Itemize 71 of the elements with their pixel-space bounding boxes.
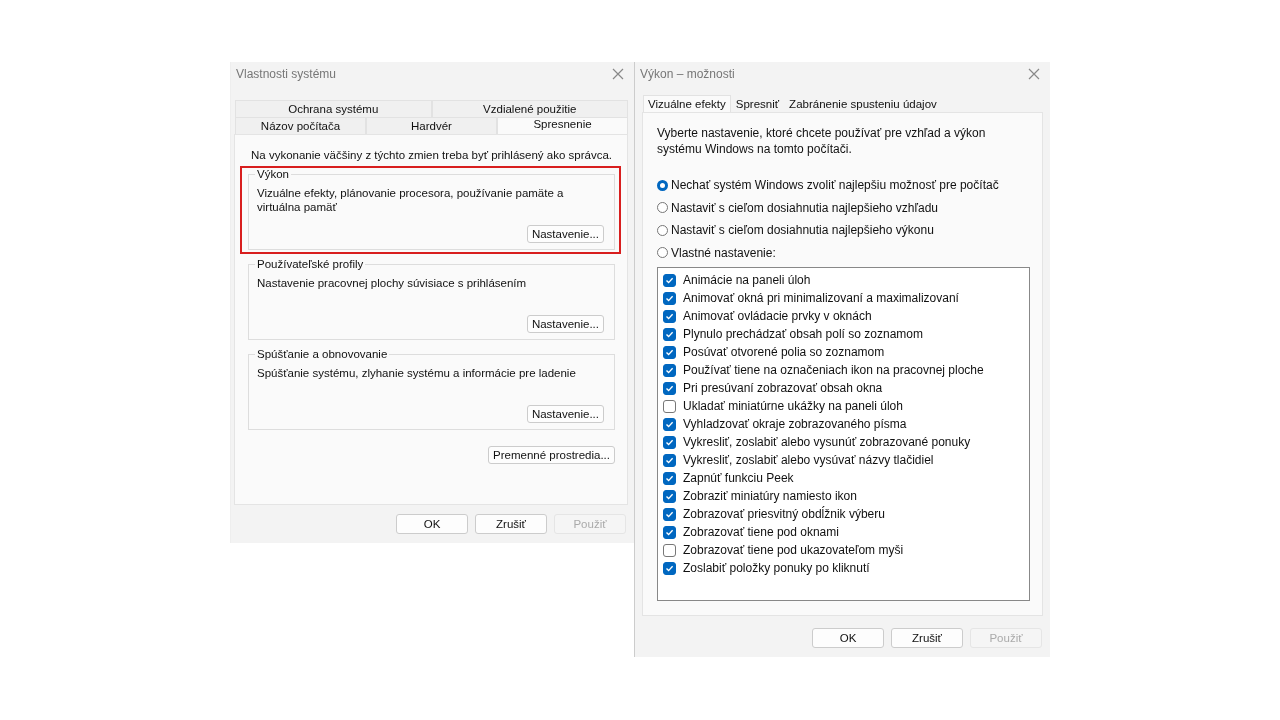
group-description: Spúšťanie systému, zlyhanie systému a informácie pre ladenie	[257, 366, 577, 380]
window-title: Výkon – možnosti	[640, 66, 735, 81]
checkbox-label[interactable]: Ukladať miniatúrne ukážky na paneli úloh	[683, 399, 903, 413]
checkbox-label[interactable]: Pri presúvaní zobrazovať obsah okna	[683, 381, 883, 395]
dialog-button[interactable]: Zrušiť	[891, 628, 963, 648]
radio-button[interactable]	[657, 247, 668, 259]
checkbox-label[interactable]: Zobraziť miniatúry namiesto ikon	[683, 489, 857, 503]
dialog-button[interactable]: Zrušiť	[475, 514, 547, 534]
checkbox[interactable]	[663, 291, 676, 305]
close-icon[interactable]	[612, 68, 624, 80]
radio-label[interactable]: Nastaviť s cieľom dosiahnutia najlepšieho výkonu	[671, 223, 934, 238]
group-title: Výkon	[255, 168, 291, 180]
tab[interactable]: Hardvér	[366, 117, 497, 134]
checkbox-label[interactable]: Animácie na paneli úloh	[683, 273, 811, 287]
tab[interactable]: Názov počítača	[235, 117, 366, 134]
checkbox-label[interactable]: Zoslabiť položky ponuky po kliknutí	[683, 561, 870, 575]
checkbox-label[interactable]: Vykresliť, zoslabiť alebo vysúvať názvy tlačidiel	[683, 453, 934, 467]
tab[interactable]: Spresnenie	[497, 117, 628, 134]
intro-text: Vyberte nastavenie, ktoré chcete používať pre vzhľad a výkon systému Windows na tomto počítači.	[657, 125, 987, 157]
dialog-button[interactable]: OK	[812, 628, 884, 648]
checkbox[interactable]	[663, 561, 676, 575]
tab[interactable]: Vizuálne efekty	[643, 95, 731, 112]
checkbox-label[interactable]: Zobrazovať tiene pod oknami	[683, 525, 839, 539]
checkbox[interactable]	[663, 345, 676, 359]
checkbox[interactable]	[663, 273, 676, 287]
close-icon[interactable]	[1028, 67, 1040, 80]
checkbox-label[interactable]: Zobrazovať priesvitný obdĺžnik výberu	[683, 507, 885, 521]
radio-label[interactable]: Nechať systém Windows zvoliť najlepšiu možnosť pre počítač	[671, 178, 999, 193]
radio-label[interactable]: Vlastné nastavenie:	[671, 245, 776, 260]
radio-button[interactable]	[657, 202, 668, 214]
group-description: Vizuálne efekty, plánovanie procesora, používanie pamäte a virtuálna pamäť	[257, 186, 565, 214]
checkbox[interactable]	[663, 327, 676, 341]
checkbox[interactable]	[663, 471, 676, 485]
checkbox[interactable]	[663, 525, 676, 539]
dialog-button[interactable]: OK	[396, 514, 468, 534]
settings-button[interactable]: Nastavenie...	[526, 405, 604, 423]
checkbox[interactable]	[663, 507, 676, 521]
checkbox[interactable]	[663, 399, 676, 413]
radio-label[interactable]: Nastaviť s cieľom dosiahnutia najlepšieho vzhľadu	[671, 200, 938, 215]
group-description: Nastavenie pracovnej plochy súvisiace s prihlásením	[257, 276, 528, 290]
checkbox[interactable]	[663, 363, 676, 377]
checkbox[interactable]	[663, 381, 676, 395]
checkbox-label[interactable]: Animovať ovládacie prvky v oknách	[683, 309, 872, 323]
group-title: Používateľské profily	[255, 258, 366, 270]
tab[interactable]: Ochrana systému	[235, 100, 432, 117]
group-title: Spúšťanie a obnovovanie	[255, 348, 390, 360]
checkbox[interactable]	[663, 435, 676, 449]
notice-text: Na vykonanie väčšiny z týchto zmien treba byť prihlásený ako správca.	[250, 149, 613, 161]
checkbox[interactable]	[663, 309, 676, 323]
checkbox[interactable]	[663, 543, 676, 557]
radio-button[interactable]	[657, 224, 668, 236]
checkbox-label[interactable]: Posúvať otvorené polia so zoznamom	[683, 345, 885, 359]
tab[interactable]: Spresniť	[730, 95, 785, 112]
checkbox[interactable]	[663, 453, 676, 467]
tab[interactable]: Zabránenie spusteniu údajov	[784, 95, 942, 112]
checkbox[interactable]	[663, 417, 676, 431]
radio-button[interactable]	[657, 179, 668, 191]
tab[interactable]: Vzdialené použitie	[431, 100, 628, 117]
checkbox-label[interactable]: Plynulo prechádzať obsah polí so zoznamom	[683, 327, 923, 341]
checkbox-label[interactable]: Vykresliť, zoslabiť alebo vysunúť zobrazované ponuky	[683, 435, 971, 449]
checkbox[interactable]	[663, 489, 676, 503]
checkbox-label[interactable]: Zapnúť funkciu Peek	[683, 471, 794, 485]
checkbox-label[interactable]: Animovať okná pri minimalizovaní a maximalizovaní	[683, 291, 959, 305]
environment-variables-button[interactable]: Premenné prostredia...	[488, 446, 615, 464]
settings-button[interactable]: Nastavenie...	[526, 315, 604, 333]
check-icon	[665, 563, 674, 573]
window-title: Vlastnosti systému	[236, 67, 337, 81]
checkbox-label[interactable]: Vyhladzovať okraje zobrazovaného písma	[683, 417, 907, 431]
checkbox-label[interactable]: Používať tiene na označeniach ikon na pracovnej ploche	[683, 363, 984, 377]
settings-button[interactable]: Nastavenie...	[526, 225, 604, 243]
checkbox-label[interactable]: Zobrazovať tiene pod ukazovateľom myši	[683, 543, 904, 557]
